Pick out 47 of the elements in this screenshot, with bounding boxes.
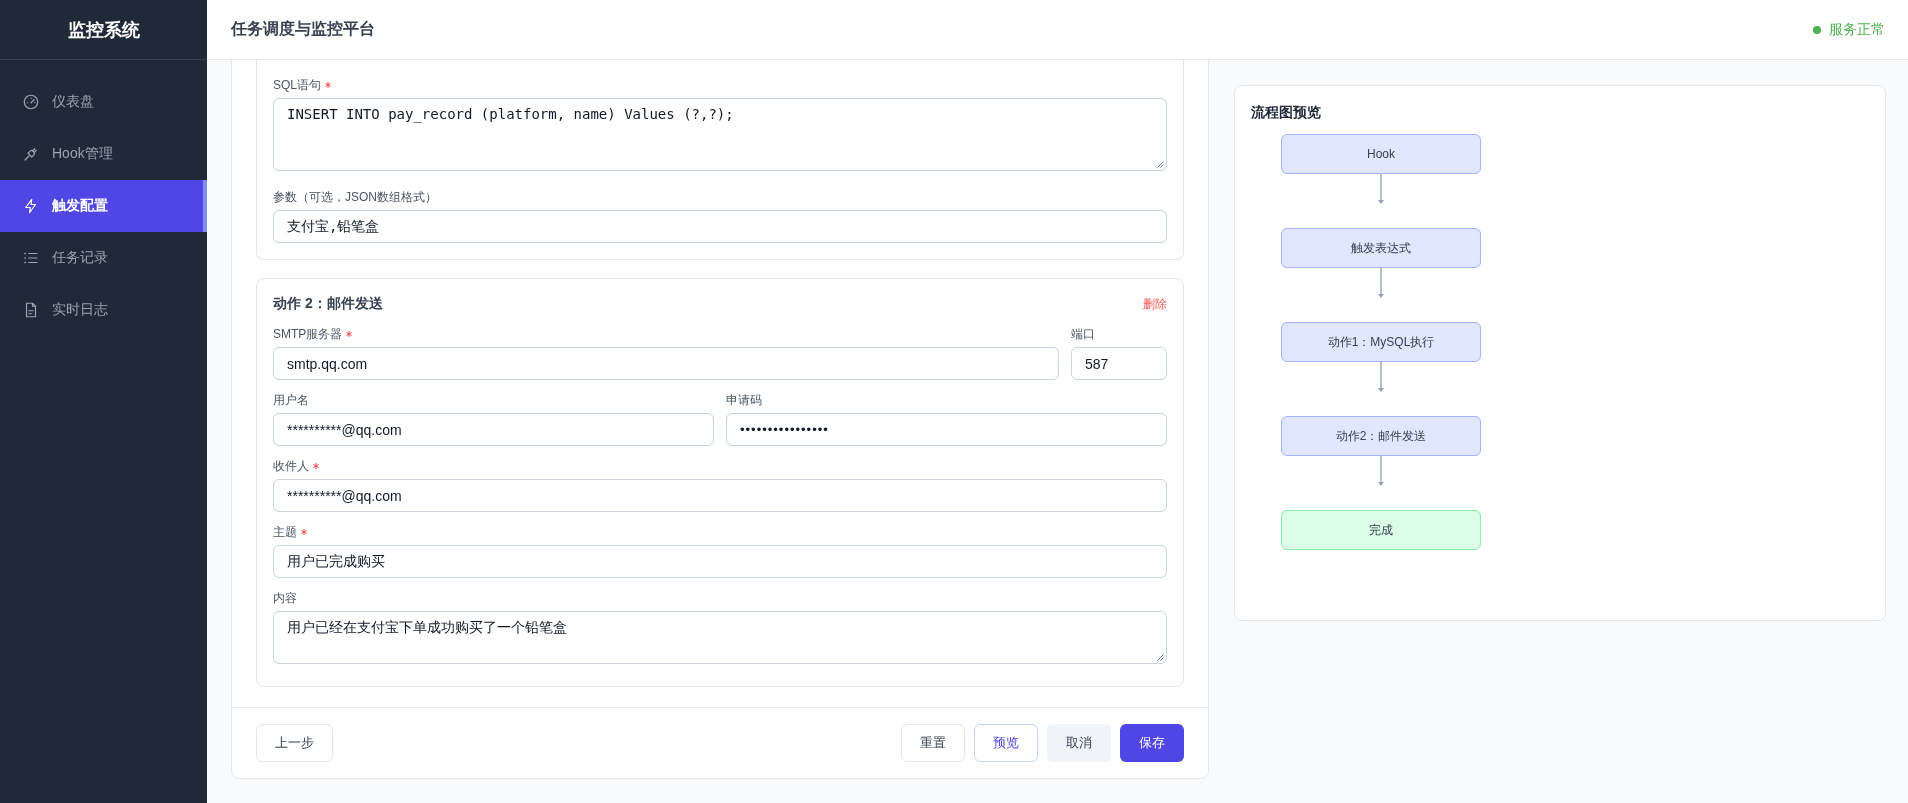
delete-link[interactable]: 删除 (1143, 295, 1167, 313)
primary-button[interactable]: 保存 (1120, 724, 1184, 762)
field-label: 用户名 (273, 391, 309, 409)
field-label: SQL语句 (273, 76, 321, 94)
preview-title: 流程图预览 (1251, 103, 1322, 122)
flow-node: 触发表达式 (1281, 228, 1481, 268)
field-label: 内容 (273, 589, 297, 607)
flow-arrow (1378, 174, 1384, 204)
accent-button[interactable]: 预览 (974, 724, 1038, 762)
textarea-field[interactable]: 用户已经在支付宝下单成功购买了一个铅笔盒 (273, 611, 1167, 664)
flow-arrow (1378, 268, 1384, 298)
sidebar-item[interactable]: 仪表盘 (0, 76, 207, 128)
gauge-icon (22, 93, 40, 111)
field-label: 收件人 (273, 457, 309, 475)
muted-button[interactable]: 取消 (1047, 724, 1111, 762)
number-field[interactable]: 587 (1071, 347, 1167, 380)
field-label: 端口 (1071, 325, 1095, 343)
field-label: 参数（可选，JSON数组格式） (273, 188, 437, 206)
field-label: SMTP服务器 (273, 325, 343, 343)
resize-handle-icon[interactable] (1156, 160, 1164, 168)
action-title: 动作 2：邮件发送 (273, 295, 383, 313)
field-label: 主题 (273, 523, 297, 541)
plug-icon (22, 145, 40, 163)
field-label: 申请码 (726, 391, 762, 409)
page-title: 任务调度与监控平台 (231, 19, 375, 39)
flow-arrow (1378, 362, 1384, 392)
secondary-button[interactable]: 重置 (901, 724, 965, 762)
sidebar-item[interactable]: 实时日志 (0, 284, 207, 336)
sidebar-item[interactable]: Hook管理 (0, 128, 207, 180)
status-text: 服务正常 (1829, 20, 1885, 39)
flow-node: Hook (1281, 134, 1481, 174)
secondary-button[interactable]: 上一步 (256, 724, 333, 762)
password-field[interactable]: •••••••••••••••• (726, 413, 1167, 446)
flow-node: 动作1：MySQL执行 (1281, 322, 1481, 362)
input-field[interactable]: **********@qq.com (273, 413, 714, 446)
resize-handle-icon[interactable] (1156, 653, 1164, 661)
textarea-field[interactable]: INSERT INTO pay_record (platform, name) Values (?,?); (273, 98, 1167, 171)
sidebar-item[interactable]: 触发配置 (0, 180, 207, 232)
sidebar-item[interactable]: 任务记录 (0, 232, 207, 284)
flow-node: 动作2：邮件发送 (1281, 416, 1481, 456)
input-field[interactable]: 支付宝,铅笔盒 (273, 210, 1167, 243)
input-field[interactable]: smtp.qq.com (273, 347, 1059, 380)
input-field[interactable]: 用户已完成购买 (273, 545, 1167, 578)
flow-arrow (1378, 456, 1384, 486)
input-field[interactable]: **********@qq.com (273, 479, 1167, 512)
flow-node: 完成 (1281, 510, 1481, 550)
sidebar-title: 监控系统 (67, 18, 140, 42)
